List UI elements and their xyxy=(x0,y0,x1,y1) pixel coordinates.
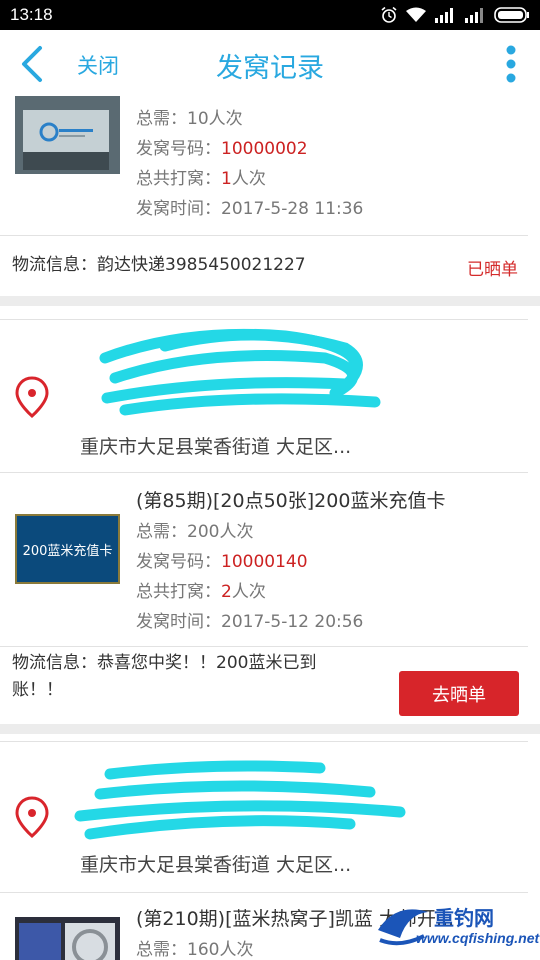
signal-icon xyxy=(435,8,453,23)
alarm-icon xyxy=(381,6,397,23)
issue-time-row: 发窝时间：2017-5-12 20:56 xyxy=(136,612,364,632)
more-options-icon[interactable] xyxy=(504,44,518,84)
battery-icon xyxy=(494,7,529,23)
issue-number-row: 发窝号码：10000140 xyxy=(136,552,308,572)
issue-time-row: 发窝时间：2017-5-28 11:36 xyxy=(136,199,364,219)
status-bar: 13:18 xyxy=(0,0,540,30)
location-pin-icon xyxy=(15,376,49,418)
total-needed-row: 总需：200人次 xyxy=(136,522,254,542)
location-pin-icon xyxy=(15,796,49,838)
signal-icon-2 xyxy=(465,8,483,23)
shared-status-link[interactable]: 已晒单 xyxy=(467,255,518,280)
logistics-info: 物流信息：恭喜您中奖！！200蓝米已到账！！ xyxy=(12,653,317,700)
total-played-row: 总共打窝：2人次 xyxy=(136,582,266,602)
logistics-info: 物流信息：韵达快递3985450021227 xyxy=(12,255,306,275)
issue-number-row: 发窝号码：10000002 xyxy=(136,139,308,159)
share-order-button[interactable]: 去晒单 xyxy=(399,671,519,716)
redacted-contact-scribble xyxy=(99,328,381,416)
address-text: 重庆市大足县棠香街道 大足区... xyxy=(80,436,352,458)
status-time: 13:18 xyxy=(10,5,53,24)
redacted-contact-scribble xyxy=(74,760,406,840)
total-needed-row: 总需：10人次 xyxy=(136,109,243,129)
record-card-1: 总需：10人次 发窝号码：10000002 总共打窝：1人次 发窝时间：2017… xyxy=(0,96,540,296)
total-needed-row: 总需：160人次 xyxy=(136,940,254,960)
site-watermark: 重钓网 www.cqfishing.net xyxy=(374,900,539,956)
wifi-icon xyxy=(406,7,426,22)
record-card-2: 重庆市大足县棠香街道 大足区... (第85期)[20点50张]200蓝米充值卡… xyxy=(0,306,540,724)
watermark-brand: 重钓网 xyxy=(434,906,494,930)
address-text: 重庆市大足县棠香街道 大足区... xyxy=(80,854,352,876)
navigation-bar: 关闭 发窝记录 xyxy=(0,30,540,96)
close-button[interactable]: 关闭 xyxy=(77,50,119,80)
watermark-url: www.cqfishing.net xyxy=(416,930,540,946)
status-icons xyxy=(380,6,530,24)
product-thumbnail xyxy=(15,917,120,960)
back-arrow-icon[interactable] xyxy=(14,44,54,84)
total-played-row: 总共打窝：1人次 xyxy=(136,169,266,189)
product-title: (第85期)[20点50张]200蓝米充值卡 xyxy=(136,490,446,512)
product-thumbnail xyxy=(15,96,120,174)
product-thumbnail: 200蓝米充值卡 xyxy=(15,514,120,584)
